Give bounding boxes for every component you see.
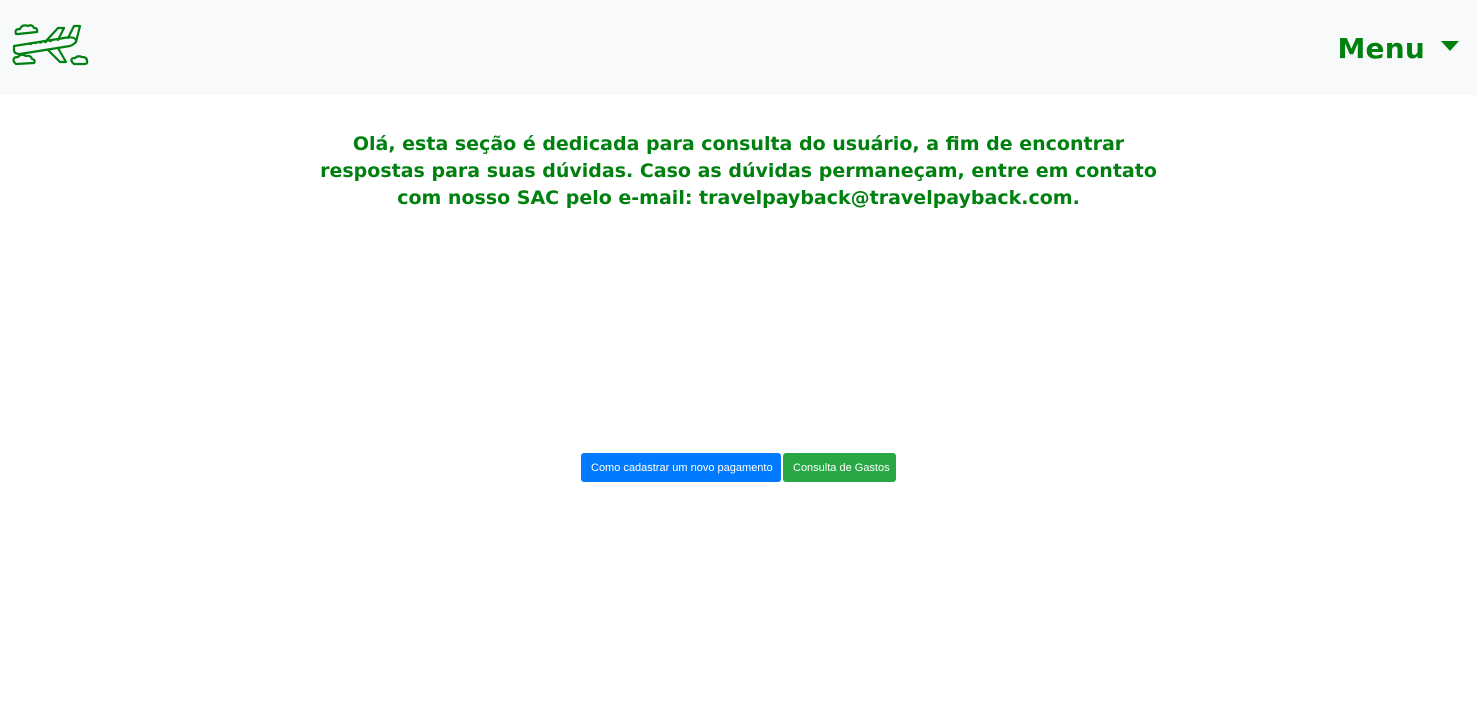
- menu-dropdown-toggle[interactable]: Menu: [1337, 30, 1459, 66]
- airplane-logo-icon[interactable]: [10, 20, 90, 70]
- menu-label: Menu: [1337, 31, 1425, 65]
- help-actions: Como cadastrar um novo pagamento Consult…: [581, 453, 896, 482]
- caret-down-icon: [1441, 41, 1459, 51]
- expense-query-button[interactable]: Consulta de Gastos: [783, 453, 896, 482]
- intro-text: Olá, esta seção é dedicada para consulta…: [320, 133, 1157, 209]
- register-payment-button[interactable]: Como cadastrar um novo pagamento: [581, 453, 781, 482]
- navbar: Menu: [0, 0, 1477, 95]
